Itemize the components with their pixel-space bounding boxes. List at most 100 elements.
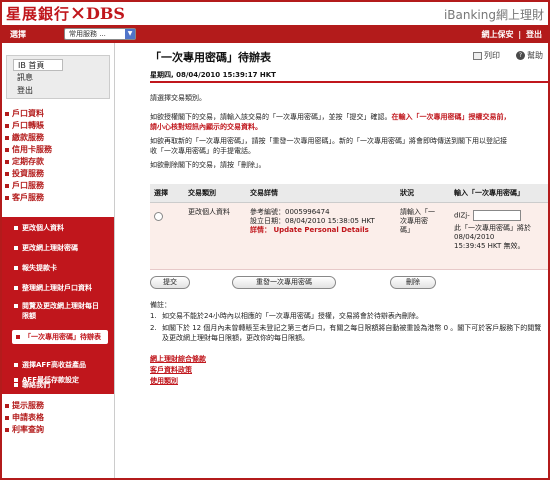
logout-link[interactable]: 登出 — [526, 30, 542, 39]
table-row: 更改個人資料 參考編號：0005996474 設立日期：08/04/2010 1… — [150, 202, 548, 270]
bullet-icon — [14, 246, 18, 250]
main-content: 「一次專用密碼」待辦表 列印 ? 幫助 星期四, 08/04/2010 15:39… — [120, 43, 548, 478]
sidebar-item-messages[interactable]: 訊息 — [13, 72, 63, 84]
bullet-icon — [14, 266, 18, 270]
sidebar-item-bill-payment[interactable]: 繳款服務 — [5, 133, 44, 143]
bullet-icon — [5, 159, 9, 164]
col-header-otp: 輸入「一次專用密碼」 — [450, 184, 548, 203]
secure-link[interactable]: 網上保安 — [481, 30, 513, 39]
title-divider — [150, 81, 548, 83]
help-button[interactable]: ? 幫助 — [516, 50, 543, 61]
col-header-type: 交易類別 — [184, 184, 246, 203]
sidebar-item-transfer[interactable]: 戶口轉賬 — [5, 121, 44, 131]
top-navbar: 選擇 常用服務 ... ▼ 網上保安 | 登出 — [2, 25, 548, 43]
submenu-item-update-personal-info[interactable]: 更改個人資料 — [6, 223, 110, 233]
usage-category-link[interactable]: 使用類別 — [150, 376, 178, 386]
bullet-icon — [5, 135, 9, 140]
dbs-x-icon — [72, 7, 84, 19]
delete-instruction: 如欲刪除閣下的交易，請按「刪除」。 — [150, 161, 266, 169]
detail-text: 詳情： Update Personal Details — [250, 226, 369, 234]
sidebar-item-forms[interactable]: 申請表格 — [5, 413, 44, 423]
submenu-item-change-password[interactable]: 更改網上理財密碼 — [6, 243, 110, 253]
note-2: 2. 如閣下於 12 個月內未曾轉賬至未登記之第三者戶口，有關之每日限額將自動被重… — [150, 324, 542, 342]
bullet-icon — [14, 304, 18, 308]
header: 星展銀行 DBS iBanking網上理財 — [2, 2, 548, 25]
sidebar-item-credit-card[interactable]: 信用卡服務 — [5, 145, 52, 155]
bullet-icon — [5, 427, 9, 432]
bullet-icon — [5, 171, 9, 176]
bullet-icon — [5, 195, 9, 200]
submenu-item-contact-us[interactable]: 聯絡我們 — [6, 380, 110, 390]
cell-type: 更改個人資料 — [184, 202, 246, 270]
dbs-logo[interactable]: 星展銀行 DBS — [6, 3, 125, 23]
current-datetime: 星期四, 08/04/2010 15:39:17 HKT — [150, 71, 276, 79]
instruction-text: 請選擇交易類別。 — [150, 94, 206, 102]
privacy-policy-link[interactable]: 客戶資料政策 — [150, 365, 192, 375]
printer-icon — [473, 51, 482, 60]
logo-chinese: 星展銀行 — [6, 4, 71, 23]
bullet-icon — [5, 111, 9, 116]
submenu-item-report-lost-card[interactable]: 報失提款卡 — [6, 263, 110, 273]
sidebar-item-time-deposit[interactable]: 定期存款 — [5, 157, 44, 167]
col-header-select: 選擇 — [150, 184, 184, 203]
resend-instruction-cont: 收「一次專用密碼」的手提電話。 — [150, 147, 255, 155]
submenu-item-otp-pending[interactable]: 「一次專用密碼」待辦表 — [12, 330, 108, 344]
sidebar-item-account-info[interactable]: 戶口資料 — [5, 109, 44, 119]
separator: | — [518, 30, 522, 39]
bullet-icon — [5, 147, 9, 152]
submenu-item-daily-limit[interactable]: 閱覽及更改網上理財每日限額 — [6, 301, 110, 321]
cell-status: 請輸入「一 次專用密 碼」 — [396, 202, 450, 270]
sidebar-item-logout[interactable]: 登出 — [13, 85, 63, 97]
quick-links-box: IB 首頁 訊息 登出 — [6, 55, 110, 99]
sidebar-item-alerts[interactable]: 提示服務 — [5, 401, 44, 411]
submenu-item-organize-accounts[interactable]: 整理網上理財戶口資料 — [6, 283, 110, 293]
bullet-icon — [14, 383, 18, 387]
service-dropdown[interactable]: 常用服務 ... ▼ — [64, 28, 136, 40]
authorize-warning: 請小心核對短訊內顯示的交易資料。 — [150, 123, 262, 131]
note-1: 1. 如交易不能於24小時內以相應的「一次專用密碼」授權，交易將會於待辦表內刪除。 — [150, 312, 423, 320]
top-right-links: 網上保安 | 登出 — [479, 29, 542, 40]
otp-expiry-note: 此「一次專用密碼」將於 08/04/2010 15:39:45 HKT 無效。 — [454, 224, 531, 250]
bullet-icon — [5, 415, 9, 420]
terms-link[interactable]: 網上理財綜合條款 — [150, 354, 206, 364]
page-frame: 星展銀行 DBS iBanking網上理財 選擇 常用服務 ... ▼ 網上保安… — [0, 0, 550, 480]
otp-row: dIZj- — [454, 210, 544, 221]
print-button[interactable]: 列印 — [473, 50, 500, 61]
sidebar-item-rates[interactable]: 利率查詢 — [5, 425, 44, 435]
bullet-icon — [5, 403, 9, 408]
sidebar: IB 首頁 訊息 登出 戶口資料 戶口轉賬 繳款服務 信用卡服務 定期存款 投資… — [2, 43, 115, 478]
select-radio[interactable] — [154, 212, 163, 221]
otp-prefix: dIZj- — [454, 211, 470, 220]
bullet-icon — [14, 286, 18, 290]
sidebar-item-investment[interactable]: 投資服務 — [5, 169, 44, 179]
customer-service-submenu: 更改個人資料 更改網上理財密碼 報失提款卡 整理網上理財戶口資料 閱覽及更改網上… — [2, 217, 114, 394]
submenu-item-aff-products[interactable]: 選擇AFF高收益產品 — [6, 360, 110, 370]
bullet-icon — [14, 226, 18, 230]
bullet-icon — [5, 183, 9, 188]
submit-button[interactable]: 提交 — [150, 276, 190, 289]
cell-otp: dIZj- 此「一次專用密碼」將於 08/04/2010 15:39:45 HK… — [450, 202, 548, 270]
app-title: iBanking網上理財 — [443, 8, 544, 22]
created-date: 設立日期：08/04/2010 15:38:05 HKT — [250, 217, 375, 225]
cell-details: 參考編號：0005996474 設立日期：08/04/2010 15:38:05… — [246, 202, 396, 270]
help-icon: ? — [516, 51, 525, 60]
table-header-row: 選擇 交易類別 交易詳情 狀況 輸入「一次專用密碼」 — [150, 184, 548, 203]
col-header-status: 狀況 — [396, 184, 450, 203]
sidebar-item-customer-service[interactable]: 客戶服務 — [5, 193, 44, 203]
resend-otp-button[interactable]: 重發一次專用密碼 — [232, 276, 336, 289]
ref-number: 參考編號：0005996474 — [250, 208, 330, 216]
bullet-icon — [14, 363, 18, 367]
resend-instruction: 如欲再取新的「一次專用密碼」，請按「重發一次專用密碼」。新的「一次專用密碼」將會… — [150, 137, 507, 145]
sidebar-item-ib-home[interactable]: IB 首頁 — [13, 59, 63, 71]
logo-english: DBS — [86, 3, 125, 23]
cell-select — [150, 202, 184, 270]
notes-title: 備註： — [150, 301, 171, 309]
select-label: 選擇 — [10, 30, 26, 39]
bullet-icon — [5, 123, 9, 128]
otp-input[interactable] — [472, 210, 521, 221]
col-header-details: 交易詳情 — [246, 184, 396, 203]
sidebar-item-account-service[interactable]: 戶口服務 — [5, 181, 44, 191]
delete-button[interactable]: 刪除 — [390, 276, 436, 289]
service-dropdown-value: 常用服務 ... — [69, 30, 106, 38]
page-title: 「一次專用密碼」待辦表 — [150, 51, 271, 64]
